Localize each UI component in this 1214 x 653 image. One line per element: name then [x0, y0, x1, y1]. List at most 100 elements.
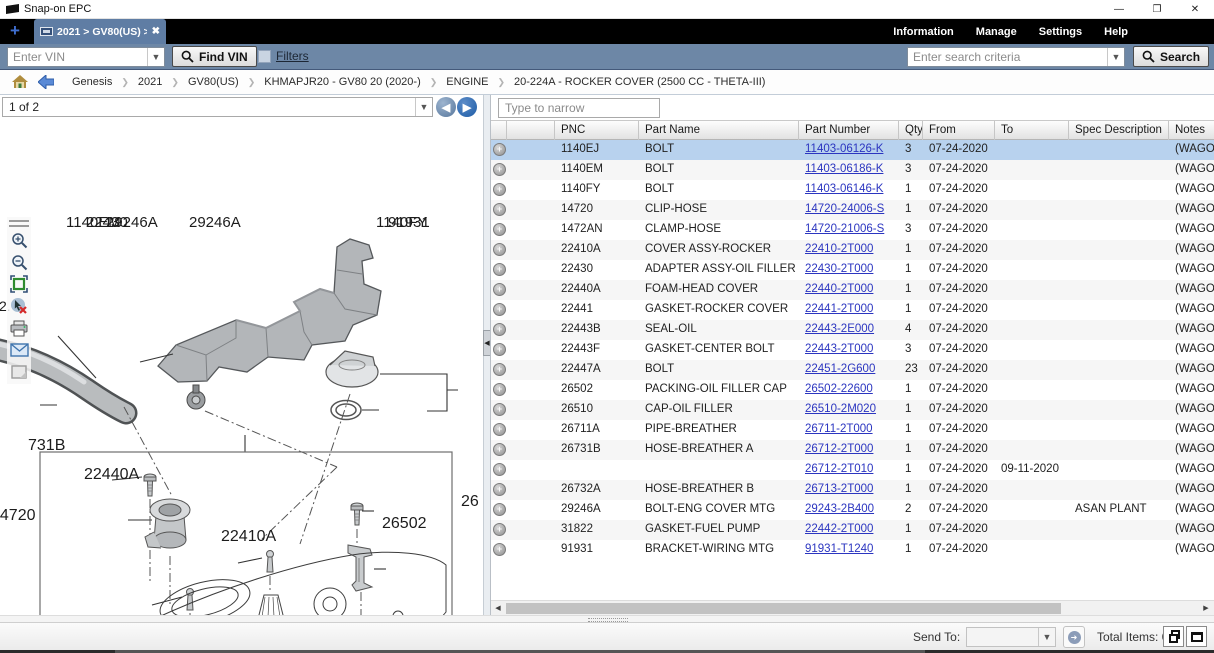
locate-part-icon[interactable]: +	[493, 243, 506, 256]
table-row[interactable]: +26510CAP-OIL FILLER26510-2M020107-24-20…	[491, 400, 1214, 420]
table-row[interactable]: +22430ADAPTER ASSY-OIL FILLER22430-2T000…	[491, 260, 1214, 280]
bottom-splitter[interactable]	[0, 615, 1214, 622]
locate-part-icon[interactable]: +	[493, 203, 506, 216]
fit-to-window-icon[interactable]	[9, 275, 29, 293]
locate-part-icon[interactable]: +	[493, 283, 506, 296]
part-number-link[interactable]: 29243-2B400	[805, 503, 874, 515]
part-number-link[interactable]: 91931-T1240	[805, 543, 873, 555]
active-tab[interactable]: 2021 > GV80(US) > K... ✖	[34, 19, 166, 44]
expand-panel-button[interactable]	[1186, 626, 1207, 647]
vin-input[interactable]: Enter VIN ▼	[7, 47, 165, 67]
part-number-link[interactable]: 22443-2T000	[805, 343, 873, 355]
part-number-link[interactable]: 22440-2T000	[805, 283, 873, 295]
find-vin-button[interactable]: Find VIN	[172, 46, 257, 67]
table-row[interactable]: +22441GASKET-ROCKER COVER22441-2T000107-…	[491, 300, 1214, 320]
clear-selection-icon[interactable]	[9, 297, 29, 315]
zoom-out-icon[interactable]	[9, 253, 29, 271]
part-number-link[interactable]: 22441-2T000	[805, 303, 873, 315]
column-header[interactable]	[491, 121, 507, 140]
chevron-down-icon[interactable]: ▼	[147, 48, 164, 66]
locate-part-icon[interactable]: +	[493, 223, 506, 236]
table-row[interactable]: +22440AFOAM-HEAD COVER22440-2T000107-24-…	[491, 280, 1214, 300]
column-header[interactable]: Notes	[1169, 121, 1214, 140]
locate-part-icon[interactable]: +	[493, 263, 506, 276]
search-criteria-input[interactable]: Enter search criteria ▼	[907, 47, 1125, 67]
part-number-link[interactable]: 26712-2T010	[805, 463, 873, 475]
table-row[interactable]: +26732AHOSE-BREATHER B26713-2T000107-24-…	[491, 480, 1214, 500]
part-number-link[interactable]: 14720-21006-S	[805, 223, 884, 235]
locate-part-icon[interactable]: +	[493, 463, 506, 476]
part-number-link[interactable]: 11403-06146-K	[805, 183, 883, 195]
breadcrumb-item[interactable]: ENGINE	[446, 76, 488, 88]
locate-part-icon[interactable]: +	[493, 163, 506, 176]
table-row[interactable]: +1472ANCLAMP-HOSE14720-21006-S307-24-202…	[491, 220, 1214, 240]
column-header[interactable]: Spec Description	[1069, 121, 1169, 140]
search-button[interactable]: Search	[1133, 46, 1209, 67]
part-number-link[interactable]: 26502-22600	[805, 383, 873, 395]
email-icon[interactable]	[9, 341, 29, 359]
part-number-link[interactable]: 22410-2T000	[805, 243, 873, 255]
locate-part-icon[interactable]: +	[493, 483, 506, 496]
menu-information[interactable]: Information	[893, 26, 954, 38]
locate-part-icon[interactable]: +	[493, 143, 506, 156]
home-icon[interactable]	[12, 75, 28, 89]
column-header[interactable]: To	[995, 121, 1069, 140]
part-number-link[interactable]: 26712-2T000	[805, 443, 873, 455]
chevron-down-icon[interactable]: ▼	[415, 98, 432, 116]
column-header[interactable]: PNC	[555, 121, 639, 140]
breadcrumb-item[interactable]: 2021	[138, 76, 162, 88]
part-number-link[interactable]: 22451-2G600	[805, 363, 875, 375]
table-row[interactable]: +26711APIPE-BREATHER26711-2T000107-24-20…	[491, 420, 1214, 440]
breadcrumb-item[interactable]: GV80(US)	[188, 76, 239, 88]
zoom-in-icon[interactable]	[9, 231, 29, 249]
breadcrumb-item[interactable]: 20-224A - ROCKER COVER (2500 CC - THETA-…	[514, 76, 765, 88]
page-selector[interactable]: 1 of 2 ▼	[2, 97, 433, 117]
float-panel-button[interactable]	[1163, 626, 1184, 647]
locate-part-icon[interactable]: +	[493, 363, 506, 376]
toolbar-grip-handle[interactable]	[9, 220, 29, 227]
menu-manage[interactable]: Manage	[976, 26, 1017, 38]
table-row[interactable]: +22447ABOLT22451-2G6002307-24-2020(WAGON	[491, 360, 1214, 380]
previous-page-button[interactable]: ◀	[436, 97, 456, 117]
part-number-link[interactable]: 22442-2T000	[805, 523, 873, 535]
table-row[interactable]: +26731BHOSE-BREATHER A26712-2T000107-24-…	[491, 440, 1214, 460]
close-button[interactable]: ✕	[1176, 0, 1214, 19]
back-arrow-icon[interactable]	[38, 75, 54, 89]
maximize-button[interactable]: ❐	[1138, 0, 1176, 19]
locate-part-icon[interactable]: +	[493, 303, 506, 316]
column-header[interactable]: Qty	[899, 121, 923, 140]
table-row[interactable]: +22443FGASKET-CENTER BOLT22443-2T000307-…	[491, 340, 1214, 360]
table-row[interactable]: +26502PACKING-OIL FILLER CAP26502-226001…	[491, 380, 1214, 400]
table-row[interactable]: +1140FYBOLT11403-06146-K107-24-2020(WAGO…	[491, 180, 1214, 200]
next-page-button[interactable]: ▶	[457, 97, 477, 117]
locate-part-icon[interactable]: +	[493, 443, 506, 456]
narrow-filter-input[interactable]: Type to narrow	[498, 98, 660, 118]
scroll-left-icon[interactable]: ◀	[491, 601, 505, 615]
column-header[interactable]	[507, 121, 555, 140]
chevron-down-icon[interactable]: ▼	[1038, 628, 1055, 646]
send-to-select[interactable]: ▼	[966, 627, 1056, 647]
locate-part-icon[interactable]: +	[493, 323, 506, 336]
print-icon[interactable]	[9, 319, 29, 337]
table-row[interactable]: +26712-2T010107-24-202009-11-2020(WAGON	[491, 460, 1214, 480]
part-number-link[interactable]: 26510-2M020	[805, 403, 876, 415]
table-row[interactable]: +1140EMBOLT11403-06186-K307-24-2020(WAGO…	[491, 160, 1214, 180]
locate-part-icon[interactable]: +	[493, 383, 506, 396]
tab-close-icon[interactable]: ✖	[152, 26, 160, 37]
minimize-button[interactable]: —	[1100, 0, 1138, 19]
column-header[interactable]: From	[923, 121, 995, 140]
filters-toggle[interactable]: Filters	[258, 49, 309, 63]
part-number-link[interactable]: 26713-2T000	[805, 483, 873, 495]
part-number-link[interactable]: 22430-2T000	[805, 263, 873, 275]
breadcrumb-item[interactable]: KHMAPJR20 - GV80 20 (2020-)	[264, 76, 421, 88]
locate-part-icon[interactable]: +	[493, 503, 506, 516]
table-row[interactable]: +14720CLIP-HOSE14720-24006-S107-24-2020(…	[491, 200, 1214, 220]
table-row[interactable]: +91931BRACKET-WIRING MTG91931-T1240107-2…	[491, 540, 1214, 560]
new-tab-button[interactable]: +	[6, 22, 24, 40]
part-number-link[interactable]: 22443-2E000	[805, 323, 874, 335]
column-header[interactable]: Part Name	[639, 121, 799, 140]
parts-diagram[interactable]: 731B22440A1472022410A26502261140EM224302…	[0, 214, 483, 622]
chevron-down-icon[interactable]: ▼	[1107, 48, 1124, 66]
table-row[interactable]: +22410ACOVER ASSY-ROCKER22410-2T000107-2…	[491, 240, 1214, 260]
locate-part-icon[interactable]: +	[493, 343, 506, 356]
